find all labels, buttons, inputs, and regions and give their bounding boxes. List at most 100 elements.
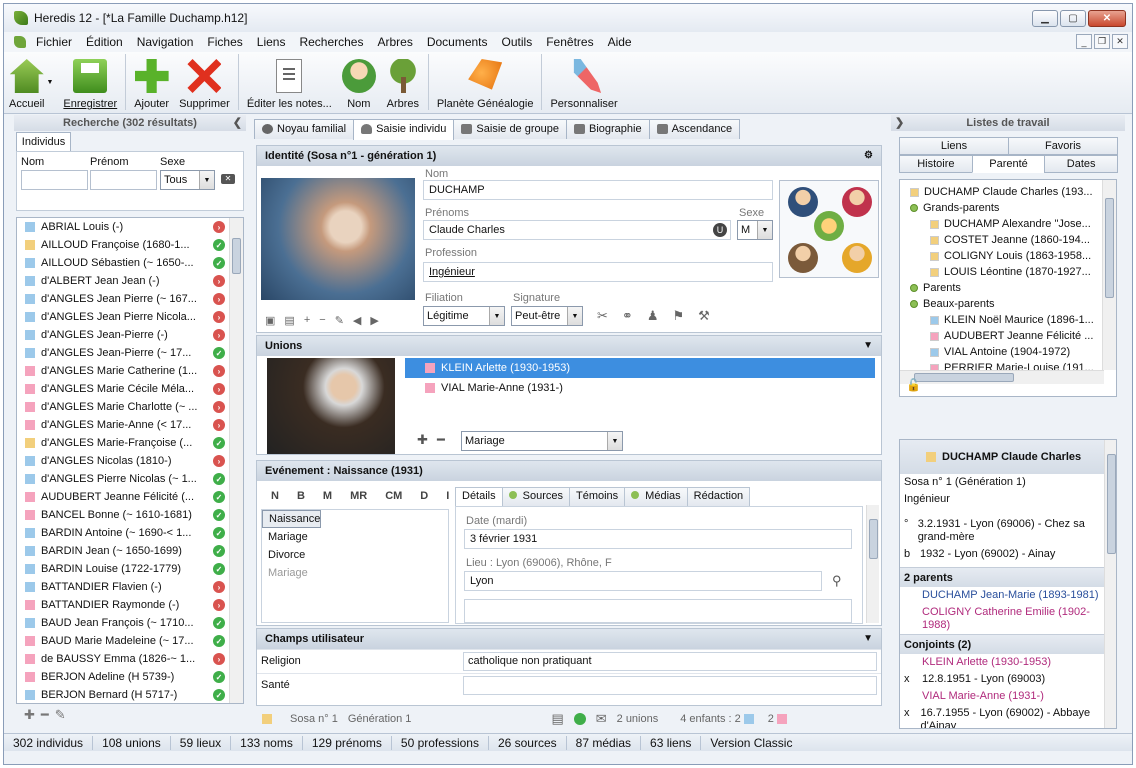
- menu-fenetres[interactable]: Fenêtres: [539, 35, 600, 49]
- filter-n-button[interactable]: N: [271, 490, 279, 502]
- u-badge-icon[interactable]: U: [713, 223, 727, 237]
- filter-b-button[interactable]: B: [297, 490, 305, 502]
- edit-photo-icon[interactable]: ✎: [335, 314, 344, 327]
- event-item[interactable]: Naissance: [262, 510, 322, 528]
- list-item[interactable]: d'ANGLES Jean Pierre (~ 167... ›: [17, 290, 243, 308]
- tab-saisie-groupe[interactable]: Saisie de groupe: [453, 119, 567, 139]
- menu-arbres[interactable]: Arbres: [370, 35, 419, 49]
- nom-input[interactable]: DUCHAMP: [423, 180, 773, 200]
- scroll-thumb[interactable]: [232, 238, 241, 274]
- tree-hscrollbar[interactable]: [900, 370, 1104, 384]
- tab-sources[interactable]: Sources: [501, 487, 570, 506]
- list-item[interactable]: BANCEL Bonne (~ 1610-1681) ✓: [17, 506, 243, 524]
- notes-icon[interactable]: ▤: [551, 711, 563, 727]
- filter-d-button[interactable]: D: [420, 490, 428, 502]
- union-row[interactable]: VIAL Marie-Anne (1931-): [405, 378, 875, 398]
- event-item[interactable]: Mariage: [262, 564, 448, 582]
- mdi-close-button[interactable]: ✕: [1112, 34, 1128, 49]
- check-icon[interactable]: ✓: [213, 437, 225, 449]
- filter-i-button[interactable]: I: [446, 490, 449, 502]
- tab-saisie-individu[interactable]: Saisie individu: [353, 119, 455, 140]
- list-item[interactable]: d'ANGLES Marie Charlotte (~ ... ›: [17, 398, 243, 416]
- menu-aide[interactable]: Aide: [601, 35, 639, 49]
- tab-parente[interactable]: Parenté: [971, 155, 1046, 173]
- union-row-selected[interactable]: KLEIN Arlette (1930-1953): [405, 358, 875, 378]
- menu-recherches[interactable]: Recherches: [292, 35, 370, 49]
- tab-histoire[interactable]: Histoire: [899, 155, 973, 173]
- father-avatar-icon[interactable]: [788, 187, 818, 217]
- check-icon[interactable]: ✓: [213, 509, 225, 521]
- enregistrer-button[interactable]: Enregistrer: [58, 51, 122, 113]
- list-item[interactable]: d'ANGLES Nicolas (1810-) ›: [17, 452, 243, 470]
- menu-fiches[interactable]: Fiches: [200, 35, 249, 49]
- tab-redaction[interactable]: Rédaction: [686, 487, 751, 506]
- map-pin-icon[interactable]: ⚲: [832, 573, 842, 589]
- list-item[interactable]: AUDUBERT Jeanne Félicité (... ✓: [17, 488, 243, 506]
- tree-item[interactable]: AUDUBERT Jeanne Félicité ...: [900, 328, 1116, 344]
- scroll-thumb[interactable]: [1107, 454, 1116, 554]
- check-icon[interactable]: ✓: [213, 239, 225, 251]
- arrow-icon[interactable]: ›: [213, 365, 225, 377]
- check-icon[interactable]: ✓: [213, 545, 225, 557]
- check-icon[interactable]: ✓: [213, 617, 225, 629]
- check-icon[interactable]: ✓: [213, 347, 225, 359]
- tab-ascendance[interactable]: Ascendance: [648, 119, 741, 139]
- planete-genealogie-button[interactable]: Planète Généalogie: [432, 51, 539, 113]
- edit-individual-icon[interactable]: ✎: [55, 707, 66, 723]
- list-item[interactable]: BATTANDIER Raymonde (-) ›: [17, 596, 243, 614]
- list-item[interactable]: BAUD Jean François (~ 1710... ✓: [17, 614, 243, 632]
- add-photo-icon[interactable]: +: [304, 314, 310, 327]
- close-button[interactable]: ✕: [1088, 10, 1126, 27]
- filter-mr-button[interactable]: MR: [350, 490, 367, 502]
- add-individual-icon[interactable]: ✚: [24, 707, 35, 723]
- tree-item[interactable]: COLIGNY Louis (1863-1958...: [900, 248, 1116, 264]
- tree-item[interactable]: KLEIN Noël Maurice (1896-1...: [900, 312, 1116, 328]
- menu-liens[interactable]: Liens: [250, 35, 293, 49]
- maximize-button[interactable]: ▢: [1060, 10, 1086, 27]
- event-item[interactable]: Mariage: [262, 528, 448, 546]
- signature-select[interactable]: Peut-être ▼: [511, 306, 583, 326]
- remove-union-icon[interactable]: ━: [437, 432, 445, 448]
- arrow-icon[interactable]: ›: [213, 293, 225, 305]
- gear-icon[interactable]: ⚙: [864, 146, 873, 166]
- list-item[interactable]: BARDIN Antoine (~ 1690-< 1... ✓: [17, 524, 243, 542]
- arrow-icon[interactable]: ›: [213, 599, 225, 611]
- filiation-select[interactable]: Légitime ▼: [423, 306, 505, 326]
- tool-icon[interactable]: ⚒: [698, 308, 710, 324]
- tree-group[interactable]: Beaux-parents: [900, 296, 1116, 312]
- check-icon[interactable]: ✓: [213, 257, 225, 269]
- flag-icon[interactable]: ⚑: [672, 308, 684, 324]
- list-item[interactable]: BERJON Bernard (H 5717-) ✓: [17, 686, 243, 703]
- tab-temoins[interactable]: Témoins: [568, 487, 626, 506]
- supprimer-button[interactable]: Supprimer: [174, 51, 235, 113]
- next-photo-icon[interactable]: ▶: [370, 314, 378, 327]
- arrow-icon[interactable]: ›: [213, 383, 225, 395]
- arrow-icon[interactable]: ›: [213, 581, 225, 593]
- tab-dates[interactable]: Dates: [1044, 155, 1119, 173]
- arrow-icon[interactable]: ›: [213, 275, 225, 287]
- tab-noyau-familial[interactable]: Noyau familial: [254, 119, 355, 139]
- check-icon[interactable]: ✓: [213, 527, 225, 539]
- tree-item[interactable]: DUCHAMP Claude Charles (193...: [900, 184, 1116, 200]
- menu-fichier[interactable]: Fichier: [29, 35, 79, 49]
- menu-navigation[interactable]: Navigation: [130, 35, 201, 49]
- image-icon[interactable]: ▣: [265, 314, 275, 327]
- add-union-icon[interactable]: ✚: [417, 432, 428, 448]
- check-icon[interactable]: ✓: [213, 671, 225, 683]
- family-center-icon[interactable]: [814, 211, 844, 241]
- mdi-restore-button[interactable]: ❐: [1094, 34, 1110, 49]
- prev-photo-icon[interactable]: ◀: [353, 314, 361, 327]
- tree-group[interactable]: Parents: [900, 280, 1116, 296]
- dropdown-arrow-icon[interactable]: ▼: [46, 79, 53, 86]
- accueil-button[interactable]: Accueil ▼: [4, 51, 58, 113]
- sexe-input[interactable]: M ▼: [737, 220, 773, 240]
- arrow-icon[interactable]: ›: [213, 329, 225, 341]
- list-item[interactable]: d'ANGLES Marie Cécile Méla... ›: [17, 380, 243, 398]
- list-item[interactable]: d'ANGLES Jean Pierre Nicola... ›: [17, 308, 243, 326]
- mother-link[interactable]: COLIGNY Catherine Emilie (1902-1988): [900, 604, 1116, 634]
- tab-individus[interactable]: Individus: [16, 132, 71, 152]
- scroll-thumb[interactable]: [869, 519, 878, 559]
- list-item[interactable]: ABRIAL Louis (-) ›: [17, 218, 243, 236]
- nom-search-input[interactable]: [21, 170, 88, 190]
- tree-item[interactable]: DUCHAMP Alexandre "Jose...: [900, 216, 1116, 232]
